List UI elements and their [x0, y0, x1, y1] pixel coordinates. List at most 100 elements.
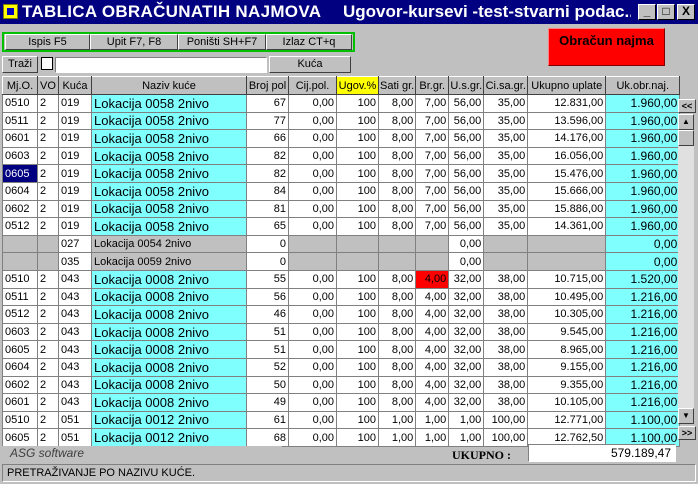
- table-cell[interactable]: 56,00: [448, 181, 485, 201]
- table-cell[interactable]: [288, 234, 337, 254]
- vertical-scrollbar[interactable]: ▲ ▼: [678, 114, 694, 424]
- table-row[interactable]: 0604 2 043 Lokacija 0008 2nivo 52 0,00 100 8,00…: [2, 357, 681, 377]
- table-cell[interactable]: 0,00: [288, 199, 337, 219]
- table-cell[interactable]: Lokacija 0058 2nivo: [91, 181, 247, 201]
- table-cell[interactable]: 0,00: [605, 252, 681, 271]
- table-cell[interactable]: 51: [246, 322, 289, 342]
- table-cell[interactable]: 0512: [2, 305, 38, 324]
- table-cell[interactable]: 8,00: [377, 129, 417, 148]
- table-cell[interactable]: 56: [246, 287, 289, 307]
- table-row[interactable]: 0512 2 019 Lokacija 0058 2nivo 65 0,00 100 8,00…: [2, 217, 681, 236]
- table-cell[interactable]: 0510: [2, 410, 38, 430]
- table-cell[interactable]: 1.960,00: [605, 94, 681, 113]
- table-cell[interactable]: 2: [37, 428, 59, 447]
- table-cell[interactable]: 051: [58, 410, 92, 430]
- table-cell[interactable]: Lokacija 0059 2nivo: [91, 252, 247, 271]
- close-button[interactable]: X: [677, 4, 695, 20]
- table-cell[interactable]: 1.216,00: [605, 393, 681, 412]
- table-cell[interactable]: 043: [58, 340, 92, 359]
- table-cell[interactable]: Lokacija 0008 2nivo: [91, 357, 247, 377]
- table-cell[interactable]: 100: [336, 375, 379, 395]
- table-cell[interactable]: 100: [336, 269, 379, 289]
- table-cell[interactable]: 7,00: [415, 217, 450, 236]
- table-cell[interactable]: 8,00: [377, 269, 417, 289]
- column-header[interactable]: Ci.sa.gr.: [483, 76, 529, 95]
- table-cell[interactable]: 32,00: [448, 340, 485, 359]
- table-cell[interactable]: 7,00: [415, 199, 450, 219]
- table-cell[interactable]: 0,00: [288, 340, 337, 359]
- table-cell[interactable]: 2: [37, 94, 59, 113]
- table-cell[interactable]: 0512: [2, 217, 38, 236]
- table-cell[interactable]: 0,00: [448, 234, 485, 254]
- table-cell[interactable]: Lokacija 0008 2nivo: [91, 305, 247, 324]
- table-cell[interactable]: 2: [37, 129, 59, 148]
- table-cell[interactable]: 043: [58, 287, 92, 307]
- exit-button[interactable]: Izlaz CT+q: [266, 34, 352, 50]
- table-cell[interactable]: [527, 234, 607, 254]
- table-cell[interactable]: 1.216,00: [605, 322, 681, 342]
- column-header[interactable]: Kuća: [58, 76, 92, 95]
- search-input[interactable]: [55, 57, 267, 73]
- table-cell[interactable]: 2: [37, 287, 59, 307]
- table-cell[interactable]: [336, 234, 379, 254]
- table-cell[interactable]: 100: [336, 217, 379, 236]
- table-cell[interactable]: 32,00: [448, 269, 485, 289]
- table-cell[interactable]: 0,00: [288, 269, 337, 289]
- column-header[interactable]: VO: [37, 76, 59, 95]
- table-cell[interactable]: 66: [246, 129, 289, 148]
- table-cell[interactable]: 0601: [2, 393, 38, 412]
- table-cell[interactable]: 043: [58, 393, 92, 412]
- table-cell[interactable]: 32,00: [448, 322, 485, 342]
- table-cell[interactable]: 1.960,00: [605, 217, 681, 236]
- table-row[interactable]: 0511 2 019 Lokacija 0058 2nivo 77 0,00 100 8,00…: [2, 111, 681, 131]
- table-cell[interactable]: 0605: [2, 164, 38, 183]
- table-cell[interactable]: 100: [336, 428, 379, 447]
- table-cell[interactable]: 0603: [2, 146, 38, 166]
- table-cell[interactable]: 027: [58, 234, 92, 254]
- table-cell[interactable]: Lokacija 0008 2nivo: [91, 393, 247, 412]
- table-cell[interactable]: 0510: [2, 269, 38, 289]
- cancel-button[interactable]: Poništi SH+F7: [178, 34, 266, 50]
- table-cell[interactable]: 100: [336, 340, 379, 359]
- table-cell[interactable]: 0,00: [288, 375, 337, 395]
- table-cell[interactable]: 8,00: [377, 393, 417, 412]
- table-cell[interactable]: 043: [58, 305, 92, 324]
- table-cell[interactable]: 019: [58, 111, 92, 131]
- table-cell[interactable]: 14.176,00: [527, 129, 607, 148]
- table-cell[interactable]: 2: [37, 146, 59, 166]
- table-cell[interactable]: 019: [58, 146, 92, 166]
- table-cell[interactable]: 4,00: [415, 269, 450, 289]
- table-row[interactable]: 0512 2 043 Lokacija 0008 2nivo 46 0,00 100 8,00…: [2, 305, 681, 324]
- minimize-button[interactable]: _: [638, 4, 656, 20]
- table-cell[interactable]: 49: [246, 393, 289, 412]
- table-cell[interactable]: 100: [336, 181, 379, 201]
- table-cell[interactable]: 043: [58, 357, 92, 377]
- table-cell[interactable]: 1.960,00: [605, 181, 681, 201]
- table-cell[interactable]: 8,00: [377, 305, 417, 324]
- table-cell[interactable]: 56,00: [448, 111, 485, 131]
- table-cell[interactable]: 0,00: [288, 410, 337, 430]
- table-cell[interactable]: [483, 234, 529, 254]
- table-cell[interactable]: 1,00: [448, 410, 485, 430]
- table-cell[interactable]: 0,00: [288, 305, 337, 324]
- table-cell[interactable]: 019: [58, 199, 92, 219]
- table-cell[interactable]: 1.216,00: [605, 375, 681, 395]
- table-cell[interactable]: 8,00: [377, 217, 417, 236]
- table-cell[interactable]: 2: [37, 181, 59, 201]
- table-cell[interactable]: 38,00: [483, 393, 529, 412]
- table-cell[interactable]: Lokacija 0058 2nivo: [91, 164, 247, 183]
- table-cell[interactable]: 35,00: [483, 164, 529, 183]
- table-cell[interactable]: 2: [37, 410, 59, 430]
- table-cell[interactable]: 0511: [2, 287, 38, 307]
- table-cell[interactable]: 2: [37, 217, 59, 236]
- table-cell[interactable]: 9.545,00: [527, 322, 607, 342]
- table-cell[interactable]: 35,00: [483, 181, 529, 201]
- column-header[interactable]: Ukupno uplate: [527, 76, 607, 95]
- table-cell[interactable]: Lokacija 0008 2nivo: [91, 340, 247, 359]
- table-cell[interactable]: 84: [246, 181, 289, 201]
- scroll-up-icon[interactable]: ▲: [678, 114, 694, 130]
- table-cell[interactable]: 0: [246, 252, 289, 271]
- table-cell[interactable]: 13.596,00: [527, 111, 607, 131]
- table-cell[interactable]: 38,00: [483, 269, 529, 289]
- table-cell[interactable]: 100: [336, 111, 379, 131]
